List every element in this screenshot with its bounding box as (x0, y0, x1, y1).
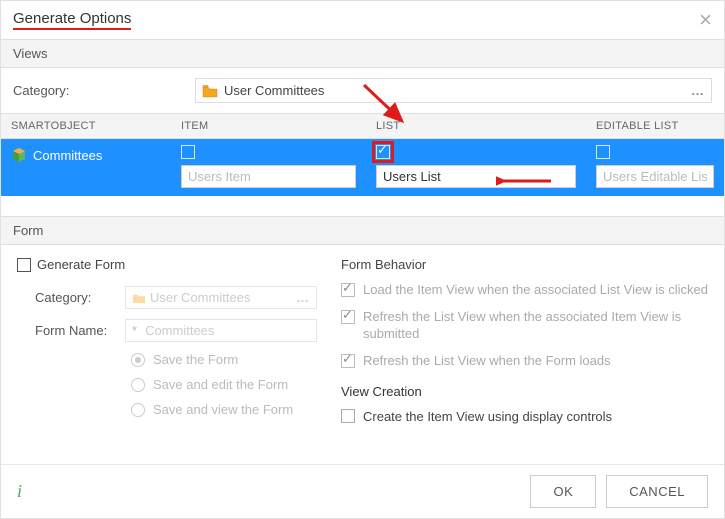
editable-list-name-input[interactable] (596, 165, 714, 188)
behavior-label-2: Refresh the List View when the associate… (363, 309, 708, 343)
editable-list-checkbox[interactable] (596, 145, 610, 159)
behavior-checkbox-2[interactable] (341, 310, 355, 324)
cancel-button[interactable]: CANCEL (606, 475, 708, 508)
form-section-header: Form (1, 217, 724, 245)
item-cell (171, 145, 366, 188)
col-smartobject: SMARTOBJECT (1, 114, 171, 138)
behavior-label-3: Refresh the List View when the Form load… (363, 353, 611, 370)
radio-save-edit[interactable] (131, 378, 145, 392)
behavior-label-1: Load the Item View when the associated L… (363, 282, 708, 299)
form-right-column: Form Behavior Load the Item View when th… (341, 257, 708, 427)
category-value: User Committees (224, 83, 324, 98)
category-picker[interactable]: User Committees … (195, 78, 712, 103)
item-name-input[interactable] (181, 165, 356, 188)
required-star-icon: * (132, 323, 137, 338)
smartobject-cell: Committees (1, 145, 171, 163)
view-creation-checkbox[interactable] (341, 409, 355, 423)
radio-save-view-label: Save and view the Form (153, 402, 293, 417)
ellipsis-icon[interactable]: … (691, 83, 705, 98)
smartobject-name: Committees (33, 148, 102, 163)
list-checkbox[interactable] (376, 145, 390, 159)
item-checkbox[interactable] (181, 145, 195, 159)
dialog-footer: i OK CANCEL (1, 464, 724, 518)
folder-icon (132, 292, 146, 304)
behavior-checkbox-1[interactable] (341, 283, 355, 297)
col-list: LIST (366, 114, 586, 138)
grid-header: SMARTOBJECT ITEM LIST EDITABLE LIST (1, 114, 724, 139)
form-category-picker[interactable]: User Committees … (125, 286, 317, 309)
behavior-checkbox-3[interactable] (341, 354, 355, 368)
category-label: Category: (13, 83, 183, 98)
smartobject-icon (11, 147, 27, 163)
list-cell (366, 145, 586, 188)
annotation-arrow-horizontal (496, 173, 556, 189)
col-item: ITEM (171, 114, 366, 138)
generate-form-label: Generate Form (37, 257, 125, 272)
radio-save[interactable] (131, 353, 145, 367)
close-icon[interactable]: × (699, 9, 712, 31)
form-category-value: User Committees (150, 290, 250, 305)
info-icon[interactable]: i (17, 481, 22, 502)
editable-list-cell (586, 145, 724, 188)
view-creation-label: Create the Item View using display contr… (363, 409, 612, 424)
folder-icon (202, 84, 218, 98)
form-name-value: Committees (145, 323, 214, 338)
form-category-label: Category: (35, 290, 125, 305)
form-name-input-box[interactable]: * Committees (125, 319, 317, 342)
radio-save-label: Save the Form (153, 352, 238, 367)
col-editable-list: EDITABLE LIST (586, 114, 724, 138)
form-left-column: Generate Form Category: User Committees … (17, 257, 317, 427)
annotation-arrow-diagonal (356, 79, 416, 129)
grid-row-committees[interactable]: Committees (1, 139, 724, 196)
form-behavior-title: Form Behavior (341, 257, 708, 272)
ellipsis-icon[interactable]: … (296, 290, 310, 305)
view-creation-title: View Creation (341, 384, 708, 399)
form-name-label: Form Name: (35, 323, 125, 338)
ok-button[interactable]: OK (530, 475, 596, 508)
dialog-header: Generate Options × (1, 1, 724, 40)
dialog-title: Generate Options (13, 10, 131, 30)
radio-save-edit-label: Save and edit the Form (153, 377, 288, 392)
radio-save-view[interactable] (131, 403, 145, 417)
views-section-header: Views (1, 40, 724, 68)
generate-form-checkbox[interactable] (17, 258, 31, 272)
